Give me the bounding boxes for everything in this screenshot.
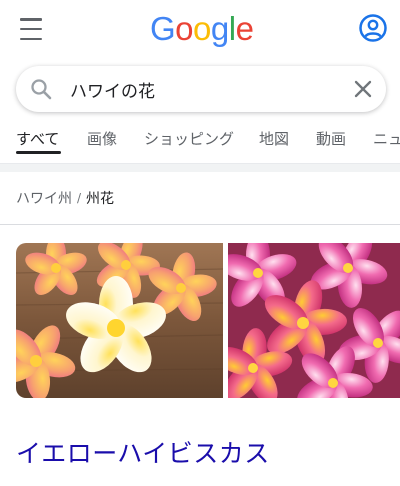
breadcrumb-current[interactable]: 州花 (86, 188, 114, 208)
account-circle-icon[interactable] (358, 13, 388, 43)
logo-letter: e (235, 10, 254, 47)
tab-videos[interactable]: 動画 (316, 128, 346, 149)
logo-letter: o (193, 10, 211, 47)
search-icon[interactable] (30, 78, 52, 100)
divider-line (0, 224, 400, 225)
logo-letter: g (210, 10, 229, 47)
logo-letter: l (228, 10, 236, 47)
breadcrumb-separator: / (77, 191, 82, 205)
search-input[interactable] (70, 74, 340, 104)
search-tabs: すべて 画像 ショッピング 地図 動画 ニュ (0, 122, 400, 162)
plumeria-image-1[interactable] (16, 243, 223, 398)
image-carousel (16, 243, 400, 398)
tab-news[interactable]: ニュ (373, 128, 400, 149)
close-icon[interactable] (352, 78, 374, 100)
logo-letter: o (175, 10, 194, 47)
plumeria-image-2[interactable] (228, 243, 400, 398)
menu-icon[interactable] (18, 18, 44, 40)
breadcrumb-parent[interactable]: ハワイ州 (16, 188, 72, 208)
active-tab-indicator (16, 151, 61, 154)
tab-shopping[interactable]: ショッピング (144, 128, 234, 149)
logo-letter: G (150, 10, 176, 47)
section-divider (0, 163, 400, 172)
google-logo[interactable]: Google (150, 10, 254, 48)
tab-images[interactable]: 画像 (87, 128, 117, 149)
tab-maps[interactable]: 地図 (259, 128, 289, 149)
header-bar: Google (0, 0, 400, 60)
result-title-link[interactable]: イエローハイビスカス (16, 434, 270, 470)
breadcrumb: ハワイ州 / 州花 (16, 188, 114, 208)
search-box (16, 66, 386, 112)
tab-all[interactable]: すべて (16, 128, 59, 149)
